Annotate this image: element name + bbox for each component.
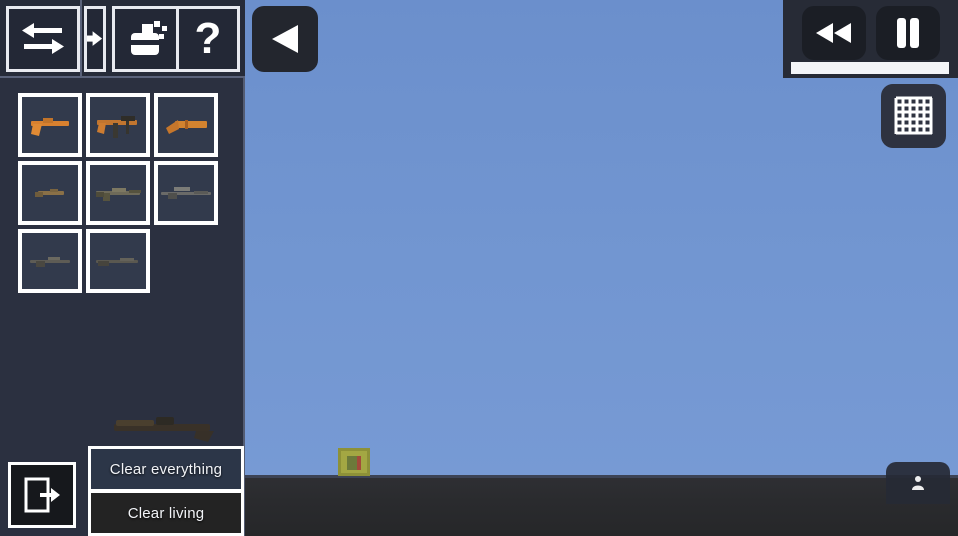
weapon-pistol[interactable] [18, 93, 82, 157]
weapon-grid [18, 93, 230, 293]
weapon-shotgun-long[interactable] [86, 229, 150, 293]
clear-everything-button[interactable]: Clear everything [91, 449, 241, 489]
game-window: ? Clear everything Clear living [0, 0, 958, 536]
weapon-carbine[interactable] [18, 229, 82, 293]
back-button[interactable] [252, 6, 318, 72]
triangle-left-icon [272, 25, 298, 53]
spray-can-icon [131, 21, 167, 55]
weapon-carbine-icon [30, 257, 70, 267]
crate-object[interactable] [338, 448, 370, 476]
toolbar-divider [80, 0, 82, 78]
weapon-sawed-off[interactable] [154, 93, 218, 157]
weapon-smg-icon [97, 116, 137, 138]
exit-button[interactable] [8, 462, 76, 528]
arrow-tool-button[interactable] [84, 6, 106, 72]
clear-living-button[interactable]: Clear living [91, 493, 241, 533]
playback-panel [783, 0, 958, 78]
pause-button[interactable] [876, 6, 940, 60]
clear-button-group: Clear everything Clear living [88, 446, 244, 536]
weapon-sniper[interactable] [154, 161, 218, 225]
spray-tool-button[interactable] [112, 6, 184, 72]
help-tool-button[interactable]: ? [176, 6, 240, 72]
weapon-assault-rifle[interactable] [86, 161, 150, 225]
arrow-right-icon [87, 31, 103, 46]
person-icon [912, 476, 924, 490]
weapon-smg[interactable] [86, 93, 150, 157]
crate-detail [347, 456, 361, 470]
grid-mesh-icon [894, 96, 932, 135]
question-mark-icon: ? [195, 16, 222, 62]
pause-icon [897, 18, 919, 48]
weapon-sniper-icon [161, 187, 211, 199]
svg-text:?: ? [195, 16, 222, 62]
rewind-button[interactable] [802, 6, 866, 60]
weapon-sawed-off-icon [166, 120, 207, 134]
weapon-long-shotgun-icon [96, 258, 138, 266]
tool-toolbar: ? [0, 0, 245, 78]
speed-slider[interactable] [791, 62, 949, 74]
exit-door-icon [24, 477, 60, 513]
spawn-menu-button[interactable] [886, 462, 950, 504]
weapon-pistol-icon [31, 118, 69, 136]
weapon-small-rifle[interactable] [18, 161, 82, 225]
grid-toggle-button[interactable] [881, 84, 946, 148]
weapon-assault-rifle-icon [96, 188, 141, 201]
swap-tool-button[interactable] [6, 6, 80, 72]
weapon-small-rifle-icon [35, 189, 64, 197]
left-sidebar: ? Clear everything Clear living [0, 0, 245, 536]
swap-arrows-icon [22, 23, 64, 54]
rewind-icon [816, 23, 851, 43]
